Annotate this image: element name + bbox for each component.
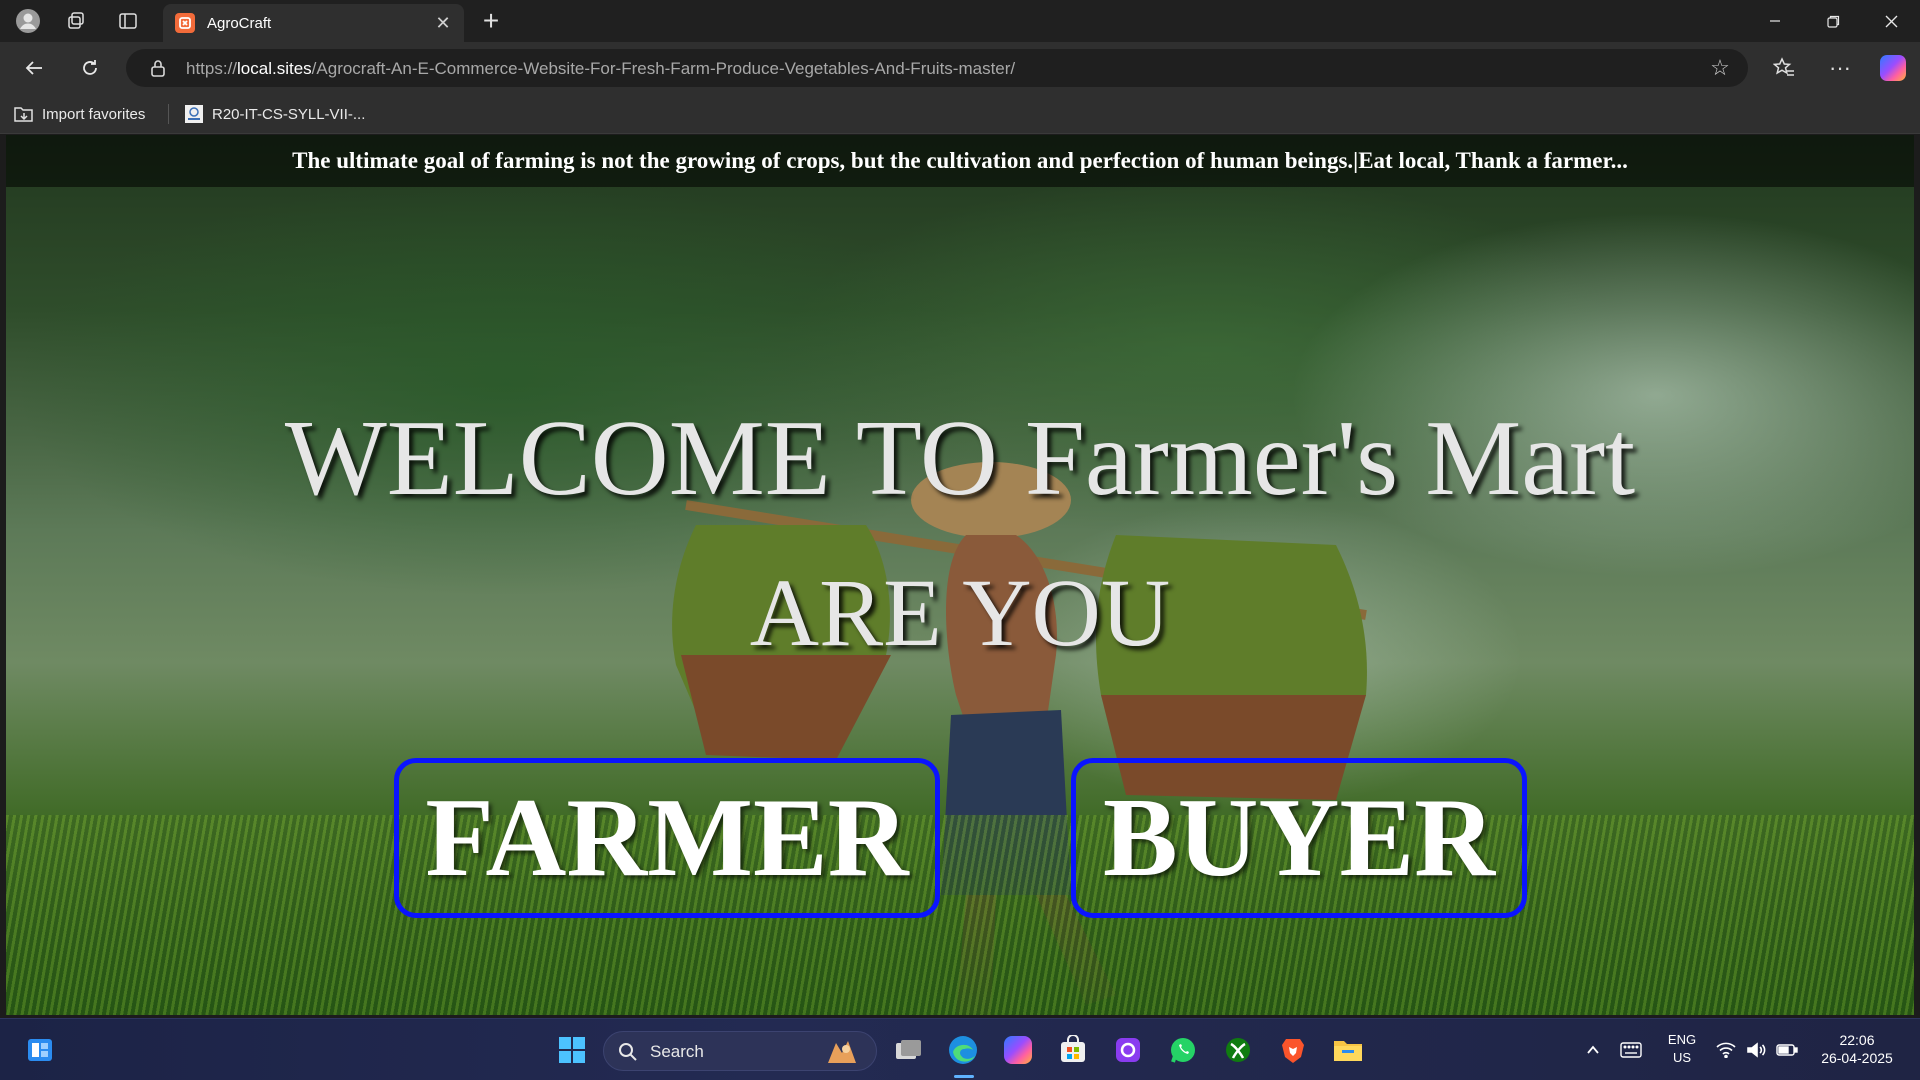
vertical-tabs-icon[interactable]	[108, 8, 148, 34]
keyboard-icon[interactable]	[1612, 1030, 1650, 1070]
clock-date: 26-04-2025	[1821, 1050, 1893, 1066]
clock-time: 22:06	[1839, 1032, 1875, 1048]
quote-banner: The ultimate goal of farming is not the …	[6, 135, 1914, 187]
language-indicator[interactable]: ENG US	[1664, 1031, 1700, 1067]
start-windows-icon[interactable]	[552, 1030, 592, 1070]
search-highlight-icon	[828, 1041, 856, 1063]
favorite-star-icon[interactable]: ☆	[1708, 55, 1732, 80]
microsoft-store-icon[interactable]	[1053, 1030, 1093, 1070]
url-path: /Agrocraft-An-E-Commerce-Website-For-Fre…	[311, 59, 1016, 78]
import-favorites-link[interactable]: Import favorites	[14, 103, 145, 125]
tab-close-icon[interactable]: ✕	[432, 12, 454, 34]
favorites-divider	[168, 104, 169, 124]
battery-icon	[1776, 1044, 1798, 1056]
are-you-heading: ARE YOU	[749, 559, 1171, 666]
tab-agrocraft[interactable]: AgroCraft ✕	[163, 4, 464, 42]
profile-avatar-icon[interactable]	[8, 8, 48, 34]
wifi-icon	[1716, 1042, 1736, 1058]
close-window-button[interactable]	[1862, 0, 1920, 42]
search-label: Search	[650, 1042, 704, 1061]
lock-icon[interactable]	[148, 58, 168, 78]
document-favicon-icon	[185, 105, 203, 123]
import-favorites-label: Import favorites	[42, 105, 146, 123]
widgets-icon[interactable]	[20, 1030, 60, 1070]
back-button[interactable]	[16, 52, 52, 84]
clock[interactable]: 22:06 26-04-2025	[1812, 1031, 1902, 1067]
windows-taskbar: Search ENG US 22:06 26-04-2025	[0, 1018, 1920, 1080]
workspaces-icon[interactable]	[56, 8, 96, 34]
file-explorer-icon[interactable]	[1328, 1030, 1368, 1070]
farming-quote: The ultimate goal of farming is not the …	[292, 148, 1628, 173]
url-host: local.sites	[237, 59, 312, 78]
system-status-group[interactable]	[1712, 1030, 1802, 1070]
restore-button[interactable]	[1804, 0, 1862, 42]
app-purple-icon[interactable]	[1108, 1030, 1148, 1070]
minimize-button[interactable]	[1746, 0, 1804, 42]
address-url[interactable]: https://local.sites/Agrocraft-An-E-Comme…	[186, 59, 1015, 79]
new-tab-button[interactable]: +	[474, 5, 508, 36]
rice-roots-left	[681, 655, 891, 760]
page-viewport: The ultimate goal of farming is not the …	[6, 135, 1914, 1015]
tab-title: AgroCraft	[207, 15, 272, 32]
more-options-icon[interactable]: ···	[1820, 52, 1860, 84]
favorites-icon[interactable]	[1764, 52, 1804, 84]
url-prefix: https://	[186, 59, 238, 78]
favorites-bar: Import favorites R20-IT-CS-SYLL-VII-...	[0, 94, 1920, 134]
buyer-button[interactable]: BUYER	[1071, 758, 1527, 918]
browser-titlebar: AgroCraft ✕ +	[0, 0, 1920, 42]
copilot-icon[interactable]	[1880, 55, 1906, 81]
xbox-icon[interactable]	[1218, 1030, 1258, 1070]
refresh-button[interactable]	[72, 52, 108, 84]
region-code: US	[1672, 1050, 1692, 1065]
welcome-heading: WELCOME TO Farmer's Mart	[284, 399, 1636, 518]
taskbar-search[interactable]: Search	[603, 1031, 877, 1071]
favorite-r20-syllabus[interactable]: R20-IT-CS-SYLL-VII-...	[184, 103, 365, 125]
address-bar[interactable]: https://local.sites/Agrocraft-An-E-Comme…	[126, 49, 1748, 87]
brave-browser-icon[interactable]	[1273, 1030, 1313, 1070]
copilot-taskbar-icon[interactable]	[998, 1030, 1038, 1070]
show-hidden-icons-chevron-up-icon[interactable]	[1574, 1030, 1612, 1070]
import-folder-icon	[14, 107, 33, 122]
agrocraft-favicon-icon	[175, 13, 195, 33]
farmer-button[interactable]: FARMER	[394, 758, 940, 918]
favorite-r20-label: R20-IT-CS-SYLL-VII-...	[212, 105, 366, 123]
search-icon	[619, 1043, 637, 1061]
volume-icon	[1747, 1042, 1766, 1058]
task-view-icon[interactable]	[888, 1030, 928, 1070]
edge-browser-icon[interactable]	[943, 1030, 983, 1070]
whatsapp-icon[interactable]	[1163, 1030, 1203, 1070]
language-code: ENG	[1667, 1032, 1697, 1047]
grass-field	[6, 815, 1914, 1015]
browser-toolbar: https://local.sites/Agrocraft-An-E-Comme…	[0, 42, 1920, 94]
active-app-indicator	[954, 1075, 974, 1078]
